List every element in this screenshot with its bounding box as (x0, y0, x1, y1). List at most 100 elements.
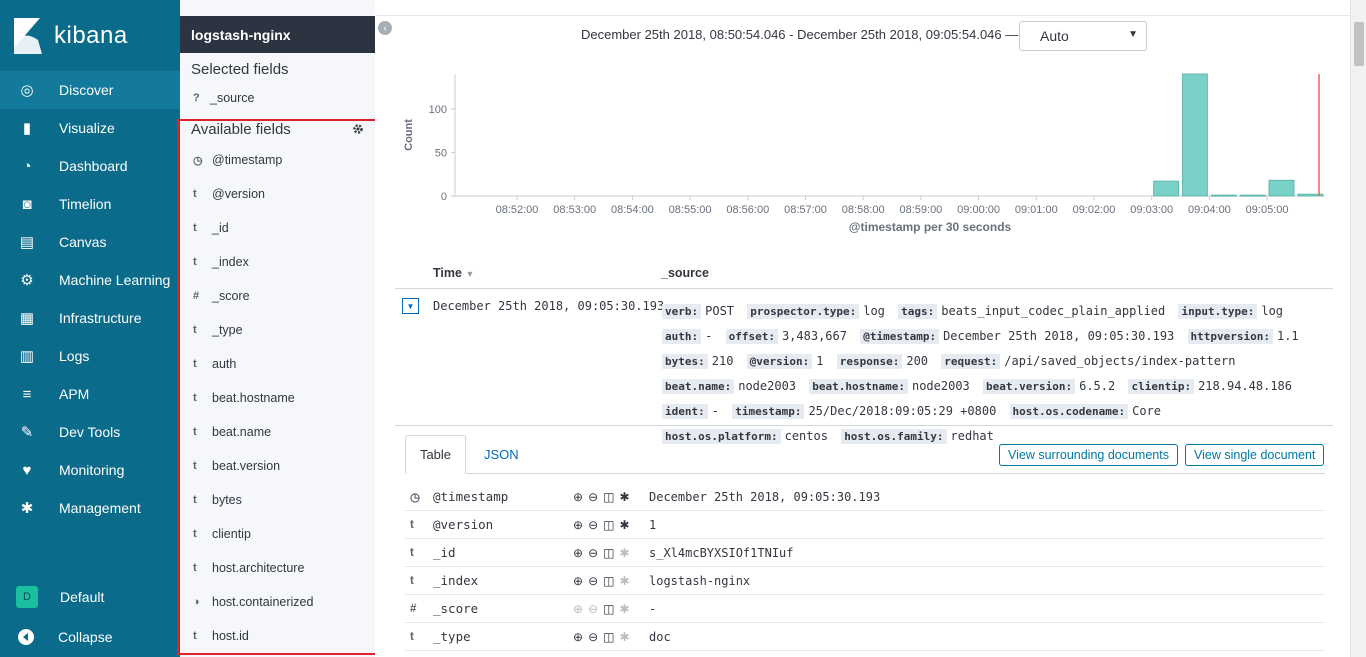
detail-row: # _score ⊕ ⊖ ◫ ✱ - (405, 595, 1325, 623)
available-field-item[interactable]: ◷ @timestamp (179, 143, 376, 177)
nav-item-discover[interactable]: ◎ Discover (0, 71, 180, 109)
nav-item-management[interactable]: ✱ Management (0, 489, 180, 527)
nav-item-timelion[interactable]: ◙ Timelion (0, 185, 180, 223)
zoom-out-icon[interactable]: ⊖ (588, 602, 598, 616)
x-tick-label: 08:55:00 (669, 204, 712, 216)
ml-icon: ⚙ (20, 272, 34, 289)
filter-exists-icon[interactable]: ✱ (619, 602, 629, 616)
field-type-icon: t (193, 222, 197, 234)
nav-item-dashboard[interactable]: ◔ Dashboard (0, 147, 180, 185)
histogram-bar (1182, 73, 1208, 197)
detail-row: t _type ⊕ ⊖ ◫ ✱ doc (405, 623, 1325, 651)
source-value: 200 (906, 354, 929, 368)
available-field-item[interactable]: t auth (179, 347, 376, 381)
zoom-out-icon[interactable]: ⊖ (588, 518, 598, 532)
available-field-item[interactable]: t host.architecture (179, 551, 376, 585)
zoom-in-icon[interactable]: ⊕ (573, 574, 583, 588)
source-value: 1 (816, 354, 824, 368)
nav-item-label: Monitoring (59, 462, 125, 478)
filter-exists-icon[interactable]: ✱ (619, 518, 629, 532)
detail-field-value: 1 (649, 517, 657, 532)
nav-item-machine-learning[interactable]: ⚙ Machine Learning (0, 261, 180, 299)
zoom-out-icon[interactable]: ⊖ (588, 490, 598, 504)
source-value: 6.5.2 (1079, 379, 1116, 393)
zoom-in-icon[interactable]: ⊕ (573, 546, 583, 560)
field-name: beat.version (212, 459, 281, 473)
available-field-item[interactable]: t _index (179, 245, 376, 279)
detail-field-name: _type (433, 629, 471, 644)
tab-json[interactable]: JSON (484, 435, 519, 474)
time-column-header[interactable]: Time ▼ (433, 266, 474, 280)
source-key: httpversion: (1187, 329, 1273, 344)
zoom-in-icon[interactable]: ⊕ (573, 490, 583, 504)
selected-field-item[interactable]: ? _source (180, 85, 375, 111)
available-field-item[interactable]: t beat.version (179, 449, 376, 483)
toggle-column-icon[interactable]: ◫ (603, 630, 614, 644)
view-surrounding-button[interactable]: View surrounding documents (999, 444, 1178, 466)
timelion-icon: ◙ (22, 195, 32, 213)
nav-item-label: APM (59, 386, 90, 402)
filter-exists-icon[interactable]: ✱ (619, 546, 629, 560)
x-tick-label: 09:00:00 (957, 204, 1000, 216)
interval-select[interactable]: Auto ▼ (1019, 21, 1147, 51)
nav-item-canvas[interactable]: ▤ Canvas (0, 223, 180, 261)
source-key: offset: (725, 329, 778, 344)
available-field-item[interactable]: t _type (179, 313, 376, 347)
kibana-logo[interactable]: kibana (0, 0, 180, 71)
nav-item-visualize[interactable]: ▮ Visualize (0, 109, 180, 147)
field-type-icon: t (410, 574, 414, 587)
collapse-nav-button[interactable]: Collapse (0, 617, 180, 657)
nav-item-monitoring[interactable]: ♥ Monitoring (0, 451, 180, 489)
time-range-label: December 25th 2018, 08:50:54.046 - Decem… (581, 27, 1019, 42)
tab-table[interactable]: Table (405, 435, 466, 474)
source-key: clientip: (1128, 379, 1195, 394)
source-value: 218.94.48.186 (1198, 379, 1292, 393)
available-field-item[interactable]: t clientip (179, 517, 376, 551)
scrollbar-thumb[interactable] (1354, 22, 1364, 66)
available-field-item[interactable]: # _score (179, 279, 376, 313)
zoom-in-icon[interactable]: ⊕ (573, 518, 583, 532)
page-scrollbar[interactable] (1350, 0, 1366, 657)
available-fields-list: ◷ @timestamp t @version t _id t _index # _score t _… (179, 139, 376, 653)
source-value: node2003 (911, 379, 970, 393)
available-field-item[interactable]: t host.id (179, 619, 376, 653)
toggle-column-icon[interactable]: ◫ (603, 490, 614, 504)
collapse-sidebar-icon[interactable]: ‹ (378, 21, 392, 35)
filter-exists-icon[interactable]: ✱ (619, 490, 629, 504)
zoom-out-icon[interactable]: ⊖ (588, 574, 598, 588)
available-field-item[interactable]: t beat.name (179, 415, 376, 449)
view-single-button[interactable]: View single document (1185, 444, 1325, 466)
field-type-icon: t (193, 256, 197, 268)
expand-row-toggle-icon[interactable]: ▼ (402, 298, 419, 314)
add-filter-link[interactable] (180, 0, 375, 16)
source-key: @version: (746, 354, 813, 369)
field-type-icon: t (193, 188, 197, 200)
wrench-icon: ✎ (20, 424, 34, 441)
filter-exists-icon[interactable]: ✱ (619, 630, 629, 644)
zoom-in-icon[interactable]: ⊕ (573, 630, 583, 644)
detail-field-value: logstash-nginx (649, 573, 751, 588)
space-selector[interactable]: D Default (0, 577, 180, 617)
zoom-out-icon[interactable]: ⊖ (588, 630, 598, 644)
toggle-column-icon[interactable]: ◫ (603, 574, 614, 588)
field-type-icon: ◷ (410, 491, 421, 504)
nav-item-apm[interactable]: ≡ APM (0, 375, 180, 413)
toggle-column-icon[interactable]: ◫ (603, 546, 614, 560)
zoom-out-icon[interactable]: ⊖ (588, 546, 598, 560)
available-field-item[interactable]: ◑ host.containerized (179, 585, 376, 619)
filter-exists-icon[interactable]: ✱ (619, 574, 629, 588)
available-field-item[interactable]: t @version (179, 177, 376, 211)
gear-icon[interactable] (352, 123, 364, 135)
nav-item-infrastructure[interactable]: ▦ Infrastructure (0, 299, 180, 337)
toggle-column-icon[interactable]: ◫ (603, 602, 614, 616)
nav-item-dev-tools[interactable]: ✎ Dev Tools (0, 413, 180, 451)
toggle-column-icon[interactable]: ◫ (603, 518, 614, 532)
index-pattern-title[interactable]: logstash-nginx (180, 16, 375, 53)
nav-item-logs[interactable]: ▥ Logs (0, 337, 180, 375)
bar-chart-icon: ▮ (22, 120, 32, 137)
available-field-item[interactable]: t bytes (179, 483, 376, 517)
field-type-icon: t (193, 528, 197, 540)
available-field-item[interactable]: t beat.hostname (179, 381, 376, 415)
zoom-in-icon[interactable]: ⊕ (573, 602, 583, 616)
available-field-item[interactable]: t _id (179, 211, 376, 245)
